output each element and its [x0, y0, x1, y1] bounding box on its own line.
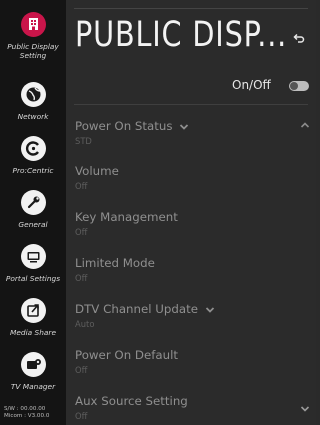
menu-item-label: Limited Mode — [75, 256, 155, 270]
onoff-toggle[interactable] — [289, 81, 309, 91]
page-title: PUBLIC DISP... — [75, 15, 288, 55]
tv-manager-icon — [20, 352, 46, 377]
software-version: S/W : 00.00.00 Micom : V3.00.0 — [4, 406, 50, 419]
toggle-knob — [290, 82, 298, 90]
divider — [74, 104, 308, 105]
wrench-icon — [20, 190, 46, 215]
menu-item-value: Off — [75, 181, 88, 191]
sidebar-item-label: General — [18, 220, 48, 229]
sidebar-item-public-display-setting[interactable]: Public Display Setting — [0, 12, 66, 60]
menu-item-power-on-status[interactable]: Power On Status STD — [75, 119, 310, 146]
menu-item-value: STD — [75, 136, 92, 146]
sidebar-item-label: Pro:Centric — [12, 166, 54, 175]
menu-item-value: Auto — [75, 319, 95, 329]
globe-icon — [20, 82, 46, 107]
menu-item-label: Key Management — [75, 210, 178, 224]
building-icon — [20, 12, 46, 37]
menu-item-value: Off — [75, 411, 88, 421]
sidebar-item-procentric[interactable]: Pro:Centric — [0, 136, 66, 175]
chevron-down-icon — [180, 123, 189, 130]
share-icon — [20, 298, 46, 323]
main-panel: PUBLIC DISP... On/Off Power On Status ST… — [66, 0, 316, 425]
sidebar-item-label: TV Manager — [10, 382, 56, 391]
menu-item-label: Aux Source Setting — [75, 394, 188, 408]
menu-item-label: DTV Channel Update — [75, 302, 199, 316]
sidebar-item-label: Media Share — [9, 328, 57, 337]
onoff-label: On/Off — [232, 78, 271, 92]
menu-item-power-on-default[interactable]: Power On Default Off — [75, 348, 310, 375]
divider — [74, 8, 308, 9]
menu-item-limited-mode[interactable]: Limited Mode Off — [75, 256, 310, 283]
menu-item-value: Off — [75, 227, 88, 237]
sidebar-item-label: Public Display Setting — [7, 42, 59, 60]
portal-icon — [20, 244, 46, 269]
scroll-down-icon[interactable] — [300, 405, 310, 413]
menu-item-value: Off — [75, 273, 88, 283]
menu-item-value: Off — [75, 365, 88, 375]
menu-item-label: Volume — [75, 164, 119, 178]
menu-item-key-management[interactable]: Key Management Off — [75, 210, 310, 237]
sidebar-item-general[interactable]: General — [0, 190, 66, 229]
sidebar: Public Display Setting Network Pro:Centri… — [0, 0, 66, 425]
sidebar-item-tv-manager[interactable]: TV Manager — [0, 352, 66, 391]
chevron-down-icon — [205, 306, 214, 313]
sidebar-item-label: Network — [17, 112, 49, 121]
sidebar-item-network[interactable]: Network — [0, 82, 66, 121]
sidebar-item-label: Portal Settings — [5, 274, 61, 283]
menu-item-aux-source-setting[interactable]: Aux Source Setting Off — [75, 394, 310, 421]
menu-item-label: Power On Status — [75, 119, 173, 133]
menu-item-volume[interactable]: Volume Off — [75, 164, 310, 191]
sidebar-item-portal-settings[interactable]: Portal Settings — [0, 244, 66, 283]
sidebar-item-media-share[interactable]: Media Share — [0, 298, 66, 337]
procentric-icon — [20, 136, 46, 161]
menu-item-label: Power On Default — [75, 348, 179, 362]
back-icon[interactable] — [292, 31, 306, 45]
menu-item-dtv-channel-update[interactable]: DTV Channel Update Auto — [75, 302, 310, 329]
